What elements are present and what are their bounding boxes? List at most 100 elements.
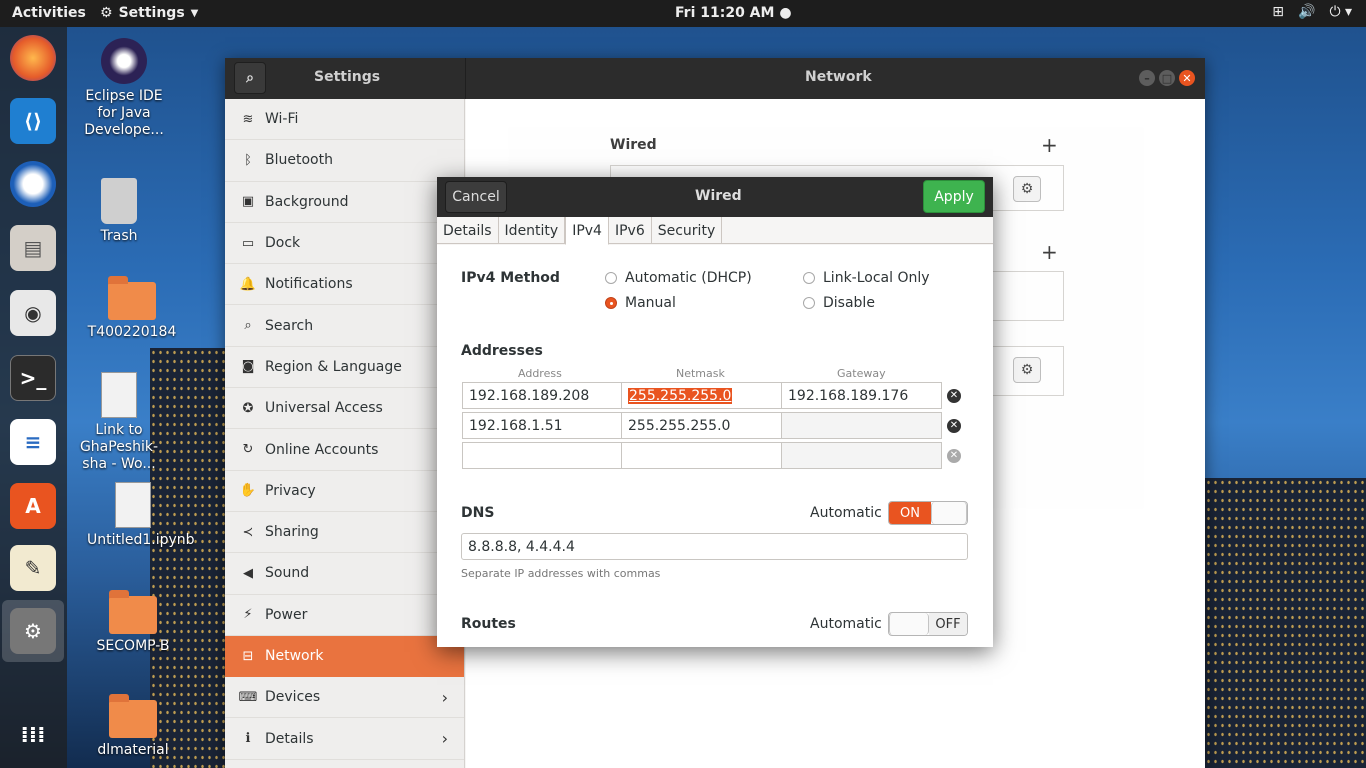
radio-indicator [803,297,815,309]
address-input[interactable] [462,442,622,469]
apply-button[interactable]: Apply [923,180,985,213]
sidebar-item-online-accounts[interactable]: ↻ Online Accounts [225,429,464,471]
routes-label: Routes [461,616,516,632]
netmask-input[interactable]: 255.255.255.0 [621,412,782,439]
sidebar-item-region-language[interactable]: ◙ Region & Language [225,347,464,389]
show-apps-icon[interactable]: ⁞⁞⁞ [10,712,56,758]
tab-identity[interactable]: Identity [499,217,566,244]
add-wired-button[interactable]: + [1041,133,1058,157]
minimize-button[interactable]: – [1139,70,1155,86]
dns-servers-input[interactable]: 8.8.8.8, 4.4.4.4 [461,533,968,560]
tab-ipv6[interactable]: IPv6 [609,217,652,244]
radio-automatic-dhcp[interactable]: Automatic (DHCP) [605,270,752,286]
remove-address-button[interactable]: ✕ [941,442,967,469]
radio-manual[interactable]: Manual [605,295,676,311]
desktop-icon-notebook[interactable]: Untitled1.ipynb [87,482,195,549]
gateway-input[interactable] [781,442,942,469]
sidebar-item-devices[interactable]: ⌨ Devices › [225,677,464,719]
close-button[interactable]: ✕ [1179,70,1195,86]
sidebar-item-sharing[interactable]: ≺ Sharing [225,512,464,554]
vscode-icon[interactable]: ⟨⟩ [10,98,56,144]
terminal-icon[interactable]: >_ [10,355,56,401]
writer-icon[interactable]: ≡ [10,419,56,465]
radio-label: Disable [823,295,875,311]
tab-security[interactable]: Security [652,217,723,244]
radio-link-local[interactable]: Link-Local Only [803,270,930,286]
desktop-icon-folder[interactable]: SECOMP-B [87,590,179,655]
sidebar-item-notifications[interactable]: 🔔 Notifications [225,264,464,306]
switch-state: OFF [929,613,967,635]
sidebar-item-universal-access[interactable]: ✪ Universal Access [225,388,464,430]
netmask-input[interactable]: 255.255.255.0 [621,382,782,409]
cancel-button[interactable]: Cancel [445,181,507,213]
gateway-input[interactable] [781,412,942,439]
activities-button[interactable]: Activities [12,5,86,21]
gateway-input[interactable]: 192.168.189.176 [781,382,942,409]
sidebar-item-privacy[interactable]: ✋ Privacy [225,471,464,512]
sidebar-item-bluetooth[interactable]: ᛒ Bluetooth [225,140,464,182]
add-vpn-button[interactable]: + [1041,240,1058,264]
city-skyline [1205,478,1366,768]
network-icon: ⊞ [1272,4,1284,20]
sidebar-item-label: Network [265,648,324,664]
search-button[interactable]: ⌕ [234,62,266,94]
desktop-icon-folder[interactable]: T400220184 [86,276,178,341]
radio-label: Automatic (DHCP) [625,270,752,286]
sidebar-item-sound[interactable]: ◀ Sound [225,553,464,595]
power-icon: ⏻ ▾ [1329,4,1352,20]
column-netmask: Netmask [676,367,725,380]
desktop-icon-label: Link to GhaPeshik-sha - Wo... [79,422,159,472]
sidebar-item-dock[interactable]: ▭ Dock [225,223,464,265]
system-tray[interactable]: ⊞ 🔊 ⏻ ▾ [1272,4,1352,20]
desktop-icon-label: dlmaterial [97,742,169,758]
settings-app-icon[interactable]: ⚙ [10,608,56,654]
window-titlebar[interactable]: ⌕ Settings Network – □ ✕ [225,58,1205,99]
sidebar-item-power[interactable]: ⚡ Power [225,595,464,636]
sidebar-item-label: Region & Language [265,358,402,375]
sidebar-item-details[interactable]: ℹ Details › [225,718,464,760]
sidebar-item-label: Sound [265,565,310,582]
dock-icon: ▭ [241,235,255,251]
dock: ⟨⟩ ▤ ◉ >_ ≡ A ✎ ⚙ ⁞⁞⁞ [0,27,67,768]
accessibility-icon: ✪ [242,400,254,416]
dialog-tabs: Details Identity IPv4 IPv6 Security [437,217,993,245]
desktop-icon-folder[interactable]: dlmaterial [87,694,179,759]
remove-address-button[interactable]: ✕ [941,412,967,439]
maximize-button[interactable]: □ [1159,70,1175,86]
software-center-icon[interactable]: A [10,483,56,529]
sidebar-item-wi-fi[interactable]: ≋ Wi-Fi [225,99,464,141]
routes-automatic-switch[interactable]: OFF [888,612,968,636]
proxy-settings-button[interactable]: ⚙ [1013,357,1041,383]
remove-address-button[interactable]: ✕ [941,382,967,409]
bell-icon: 🔔 [239,276,257,292]
app-menu[interactable]: ⚙ Settings ▼ [100,5,198,21]
sidebar-item-search[interactable]: ⌕ Search [225,305,464,347]
address-input[interactable]: 192.168.189.208 [462,382,622,409]
sidebar-item-label: Universal Access [265,400,383,417]
wired-settings-button[interactable]: ⚙ [1013,176,1041,202]
address-input[interactable]: 192.168.1.51 [462,412,622,439]
dns-automatic-switch[interactable]: ON [888,501,968,525]
tab-details[interactable]: Details [437,217,499,244]
text-editor-icon[interactable]: ✎ [10,545,56,591]
netmask-input[interactable] [621,442,782,469]
background-icon: ▣ [241,194,255,210]
close-icon: ✕ [947,448,961,463]
desktop-icon-link[interactable]: Link to GhaPeshik-sha - Wo... [73,372,165,473]
tab-ipv4[interactable]: IPv4 [565,217,609,245]
power-icon: ⚡ [243,607,253,623]
sidebar-item-background[interactable]: ▣ Background [225,182,464,223]
search-icon: ⌕ [246,70,254,86]
radio-disable[interactable]: Disable [803,295,875,311]
rhythmbox-icon[interactable]: ◉ [10,290,56,336]
files-icon[interactable]: ▤ [10,225,56,271]
thunderbird-icon[interactable] [10,161,56,207]
speaker-icon: ◀ [243,565,253,581]
radio-indicator-selected [605,297,617,309]
desktop-icon-eclipse[interactable]: Eclipse IDE for Java Develope... [78,38,170,139]
clock[interactable]: Fri 11:20 AM ● [675,5,792,21]
sidebar-item-label: Privacy [265,482,316,499]
desktop-icon-trash[interactable]: Trash [73,178,165,245]
sidebar-item-network[interactable]: ⊟ Network [225,635,464,678]
firefox-icon[interactable] [10,35,56,81]
